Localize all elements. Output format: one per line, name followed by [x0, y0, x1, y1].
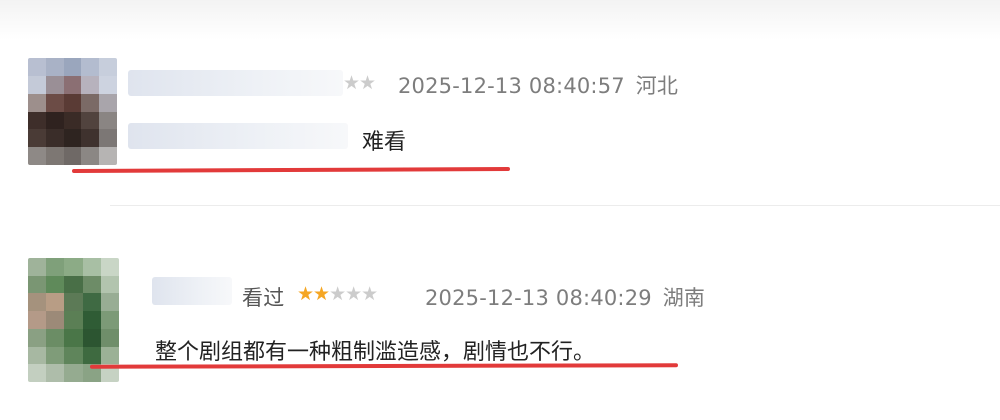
avatar-mosaic-cell — [63, 75, 82, 94]
avatar-mosaic-cell — [28, 258, 47, 276]
avatar[interactable] — [28, 258, 119, 382]
avatar-mosaic-cell — [28, 147, 46, 165]
comment-divider — [110, 205, 1000, 206]
username-blurred — [128, 70, 343, 96]
avatar-mosaic-cell — [100, 346, 119, 365]
avatar-mosaic-cell — [28, 293, 47, 312]
avatar-mosaic-cell — [45, 58, 64, 76]
avatar-mosaic-cell — [81, 58, 100, 76]
comment-timestamp: 2025-12-13 08:40:57 — [398, 74, 625, 98]
highlight-underline — [89, 363, 679, 369]
username-blurred — [152, 277, 232, 305]
avatar-mosaic-cell — [100, 328, 119, 347]
avatar-mosaic-cell — [81, 129, 100, 148]
avatar-mosaic-cell — [63, 147, 82, 165]
avatar-mosaic-cell — [45, 75, 64, 94]
avatar-mosaic-cell — [46, 275, 65, 294]
avatar-mosaic-cell — [64, 346, 83, 365]
rating-stars-icon: ★★★★★ — [297, 283, 378, 305]
avatar-mosaic-cell — [28, 311, 47, 329]
watch-status: 看过 — [242, 286, 285, 310]
avatar-mosaic-cell — [46, 328, 65, 347]
avatar-mosaic-cell — [46, 346, 65, 365]
avatar-mosaic-cell — [46, 293, 65, 312]
avatar-mosaic-cell — [28, 58, 46, 76]
avatar-mosaic-cell — [46, 311, 65, 329]
comment-location: 湖南 — [662, 286, 706, 310]
avatar-mosaic-cell — [64, 364, 83, 382]
avatar-mosaic-cell — [28, 346, 47, 365]
comment-location: 河北 — [635, 74, 679, 98]
avatar-mosaic-cell — [63, 111, 82, 130]
avatar-mosaic-cell — [99, 75, 117, 94]
avatar-mosaic-cell — [45, 147, 64, 165]
avatar-mosaic-cell — [82, 293, 101, 312]
avatar-mosaic-cell — [100, 275, 119, 294]
avatar-mosaic-cell — [99, 129, 117, 148]
avatar-mosaic-cell — [100, 311, 119, 329]
avatar-mosaic-cell — [64, 293, 83, 312]
avatar-mosaic-cell — [81, 93, 100, 112]
avatar-mosaic-cell — [99, 111, 117, 130]
comment-text: 难看 — [362, 130, 407, 155]
avatar-mosaic-cell — [64, 311, 83, 329]
avatar-mosaic-cell — [28, 328, 47, 347]
avatar-mosaic-cell — [82, 346, 101, 365]
avatar-mosaic-cell — [82, 258, 101, 276]
avatar-mosaic-cell — [46, 364, 65, 382]
avatar-mosaic-cell — [82, 311, 101, 329]
avatar-mosaic-cell — [64, 275, 83, 294]
comment-meta: 2025-12-13 08:40:29 湖南 — [425, 282, 705, 312]
avatar-mosaic-cell — [45, 111, 64, 130]
avatar-mosaic-cell — [64, 258, 83, 276]
avatar-mosaic-cell — [63, 58, 82, 76]
avatar-mosaic-cell — [28, 75, 46, 94]
avatar-mosaic-cell — [28, 129, 46, 148]
avatar-mosaic-cell — [81, 147, 100, 165]
comment-text: 整个剧组都有一种粗制滥造感，剧情也不行。 — [155, 340, 596, 365]
avatar-mosaic-cell — [100, 258, 119, 276]
avatar-mosaic-cell — [45, 93, 64, 112]
highlight-underline — [71, 167, 511, 173]
avatar-mosaic-cell — [99, 147, 117, 165]
rating-stars-icon: ★★ — [343, 72, 376, 94]
avatar-mosaic-cell — [63, 129, 82, 148]
avatar-mosaic-cell — [28, 111, 46, 130]
avatar-mosaic-cell — [28, 93, 46, 112]
comment-meta: 2025-12-13 08:40:57 河北 — [398, 70, 678, 100]
avatar-mosaic-cell — [82, 328, 101, 347]
avatar-mosaic-cell — [99, 58, 117, 76]
avatar-mosaic-cell — [81, 75, 100, 94]
avatar-mosaic-cell — [81, 111, 100, 130]
avatar-mosaic-cell — [100, 293, 119, 312]
comment-text-blurred — [128, 123, 348, 149]
comment-timestamp: 2025-12-13 08:40:29 — [425, 286, 652, 310]
avatar-mosaic-cell — [28, 275, 47, 294]
avatar-mosaic-cell — [82, 275, 101, 294]
top-fade — [0, 0, 1000, 40]
avatar-mosaic-cell — [63, 93, 82, 112]
avatar[interactable] — [28, 58, 117, 165]
avatar-mosaic-cell — [99, 93, 117, 112]
avatar-mosaic-cell — [46, 258, 65, 276]
avatar-mosaic-cell — [28, 364, 47, 382]
avatar-mosaic-cell — [45, 129, 64, 148]
avatar-mosaic-cell — [64, 328, 83, 347]
